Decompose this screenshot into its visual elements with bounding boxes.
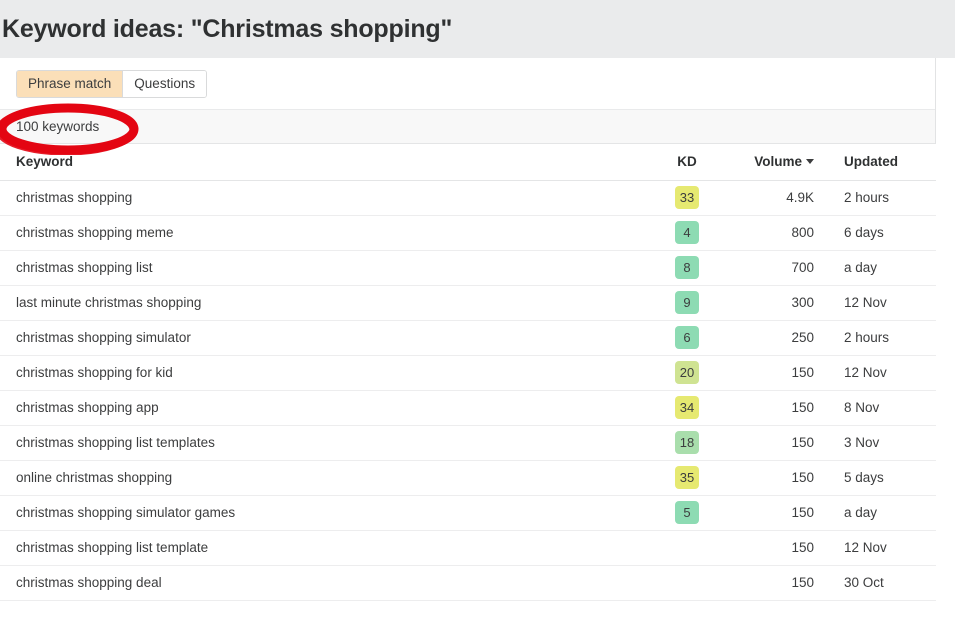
cell-volume: 150 xyxy=(722,495,828,530)
kd-badge: 4 xyxy=(675,221,699,244)
cell-keyword[interactable]: christmas shopping xyxy=(0,180,660,215)
cell-kd xyxy=(660,530,722,565)
cell-volume: 150 xyxy=(722,565,828,600)
cell-kd: 20 xyxy=(660,355,722,390)
cell-volume: 150 xyxy=(722,530,828,565)
table-header-row: Keyword KD Volume Updated xyxy=(0,144,936,180)
kd-badge: 18 xyxy=(675,431,699,454)
cell-kd: 4 xyxy=(660,215,722,250)
column-header-updated-label: Updated xyxy=(844,154,898,169)
cell-volume: 150 xyxy=(722,460,828,495)
cell-updated: 12 Nov xyxy=(828,355,936,390)
table-row[interactable]: christmas shopping for kid 20 15012 Nov xyxy=(0,355,936,390)
table-body: christmas shopping334.9K2 hourschristmas… xyxy=(0,180,936,600)
cell-kd: 35 xyxy=(660,460,722,495)
tab-phrase-match-label: Phrase match xyxy=(28,76,111,91)
tab-questions[interactable]: Questions xyxy=(122,71,206,97)
column-header-kd[interactable]: KD xyxy=(660,144,722,180)
cell-kd: 6 xyxy=(660,320,722,355)
cell-volume: 700 xyxy=(722,250,828,285)
cell-updated: 30 Oct xyxy=(828,565,936,600)
cell-volume: 250 xyxy=(722,320,828,355)
caret-down-icon xyxy=(806,159,814,164)
table-row[interactable]: christmas shopping simulator games 5 150a … xyxy=(0,495,936,530)
column-header-keyword-label: Keyword xyxy=(16,154,73,169)
cell-kd: 34 xyxy=(660,390,722,425)
cell-updated: 3 Nov xyxy=(828,425,936,460)
cell-updated: 5 days xyxy=(828,460,936,495)
table-row[interactable]: christmas shopping list 8 700a day xyxy=(0,250,936,285)
table-row[interactable]: christmas shopping app 34 1508 Nov xyxy=(0,390,936,425)
column-header-volume-label: Volume xyxy=(754,154,802,169)
cell-keyword[interactable]: online christmas shopping xyxy=(0,460,660,495)
column-header-volume[interactable]: Volume xyxy=(722,144,828,180)
cell-keyword[interactable]: christmas shopping simulator xyxy=(0,320,660,355)
cell-keyword[interactable]: christmas shopping deal xyxy=(0,565,660,600)
title-bar: Keyword ideas: "Christmas shopping" xyxy=(0,0,955,58)
kd-badge: 33 xyxy=(675,186,699,209)
cell-volume: 4.9K xyxy=(722,180,828,215)
table-row[interactable]: christmas shopping deal 15030 Oct xyxy=(0,565,936,600)
cell-updated: 6 days xyxy=(828,215,936,250)
panel-gutter xyxy=(936,58,955,625)
table-row[interactable]: christmas shopping meme 4 8006 days xyxy=(0,215,936,250)
cell-volume: 800 xyxy=(722,215,828,250)
match-type-tabs: Phrase match Questions xyxy=(0,58,935,109)
cell-kd: 5 xyxy=(660,495,722,530)
cell-keyword[interactable]: christmas shopping for kid xyxy=(0,355,660,390)
cell-updated: 12 Nov xyxy=(828,530,936,565)
keyword-count-label: 100 keywords xyxy=(16,119,99,134)
tab-group: Phrase match Questions xyxy=(16,70,207,98)
cell-kd xyxy=(660,565,722,600)
kd-badge: 34 xyxy=(675,396,699,419)
table-row[interactable]: christmas shopping 33 4.9K2 hours xyxy=(0,180,936,215)
cell-keyword[interactable]: christmas shopping meme xyxy=(0,215,660,250)
cell-kd: 9 xyxy=(660,285,722,320)
keyword-count-band: 100 keywords xyxy=(0,109,935,144)
cell-updated: 2 hours xyxy=(828,180,936,215)
column-header-keyword[interactable]: Keyword xyxy=(0,144,660,180)
cell-keyword[interactable]: christmas shopping app xyxy=(0,390,660,425)
cell-kd: 8 xyxy=(660,250,722,285)
cell-volume: 300 xyxy=(722,285,828,320)
cell-updated: a day xyxy=(828,495,936,530)
tab-phrase-match[interactable]: Phrase match xyxy=(17,71,122,97)
content-panel: Phrase match Questions 100 keywords xyxy=(0,58,936,601)
keyword-ideas-page: Keyword ideas: "Christmas shopping" Phra… xyxy=(0,0,955,625)
cell-keyword[interactable]: christmas shopping list templates xyxy=(0,425,660,460)
table-row[interactable]: online christmas shopping 35 1505 days xyxy=(0,460,936,495)
cell-keyword[interactable]: christmas shopping list template xyxy=(0,530,660,565)
cell-kd: 33 xyxy=(660,180,722,215)
page-title: Keyword ideas: "Christmas shopping" xyxy=(2,17,452,42)
cell-updated: a day xyxy=(828,250,936,285)
table-row[interactable]: last minute christmas shopping 9 30012 Nov xyxy=(0,285,936,320)
kd-badge: 35 xyxy=(675,466,699,489)
cell-keyword[interactable]: last minute christmas shopping xyxy=(0,285,660,320)
kd-badge: 5 xyxy=(675,501,699,524)
cell-volume: 150 xyxy=(722,390,828,425)
keyword-ideas-table: Keyword KD Volume Updated christmas shop… xyxy=(0,144,936,601)
kd-badge: 8 xyxy=(675,256,699,279)
kd-badge: 9 xyxy=(675,291,699,314)
tab-questions-label: Questions xyxy=(134,76,195,91)
column-header-updated[interactable]: Updated xyxy=(828,144,936,180)
cell-kd: 18 xyxy=(660,425,722,460)
table-row[interactable]: christmas shopping list templates 18 1503 … xyxy=(0,425,936,460)
cell-keyword[interactable]: christmas shopping list xyxy=(0,250,660,285)
cell-volume: 150 xyxy=(722,425,828,460)
table-row[interactable]: christmas shopping simulator 6 2502 hours xyxy=(0,320,936,355)
cell-updated: 2 hours xyxy=(828,320,936,355)
cell-updated: 12 Nov xyxy=(828,285,936,320)
kd-badge: 20 xyxy=(675,361,699,384)
table-row[interactable]: christmas shopping list template 15012 No… xyxy=(0,530,936,565)
cell-volume: 150 xyxy=(722,355,828,390)
cell-updated: 8 Nov xyxy=(828,390,936,425)
cell-keyword[interactable]: christmas shopping simulator games xyxy=(0,495,660,530)
kd-badge: 6 xyxy=(675,326,699,349)
column-header-kd-label: KD xyxy=(677,154,697,169)
table-header: Keyword KD Volume Updated xyxy=(0,144,936,180)
